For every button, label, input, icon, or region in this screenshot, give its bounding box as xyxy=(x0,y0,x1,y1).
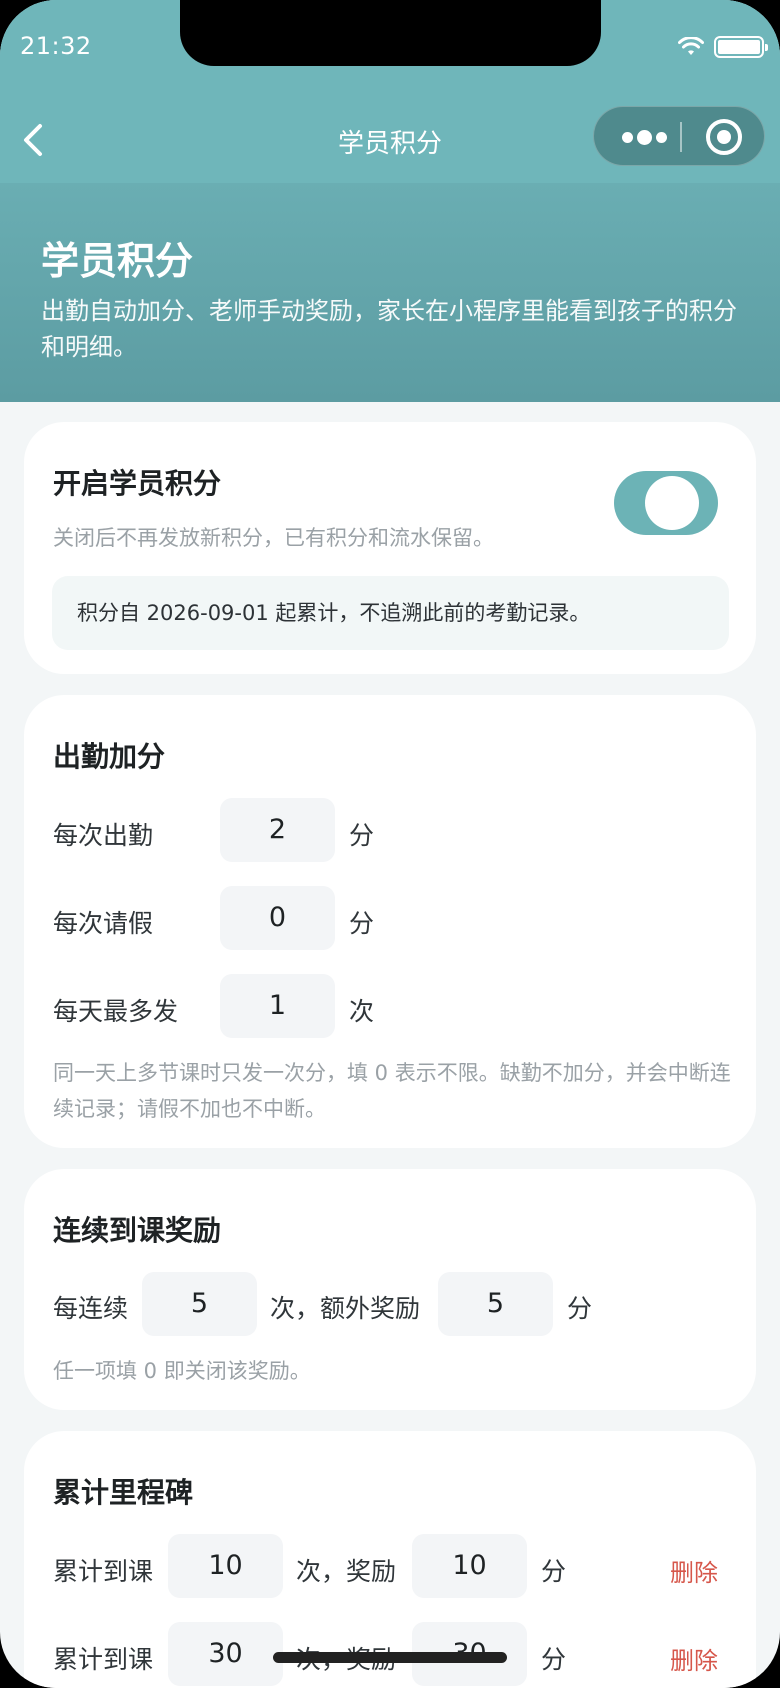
milestone-title: 累计里程碑 xyxy=(53,1476,194,1509)
streak-prefix-label: 每连续 xyxy=(53,1294,129,1323)
page-title: 学员积分 xyxy=(41,239,194,283)
mini-program-capsule xyxy=(593,106,765,166)
streak-reward-card: 连续到课奖励 每连续 5 次，额外奖励 5 分 任一项填 0 即关闭该奖励。 xyxy=(24,1169,756,1410)
per-leave-input[interactable]: 0 xyxy=(220,886,335,950)
milestone-middle-label: 次，奖励 xyxy=(296,1557,397,1586)
streak-points-unit: 分 xyxy=(567,1294,593,1323)
start-date-note: 积分自 2026-09-01 起累计，不追溯此前的考勤记录。 xyxy=(52,576,729,650)
per-attendance-input[interactable]: 2 xyxy=(220,798,335,862)
wifi-icon xyxy=(678,37,704,55)
streak-hint: 任一项填 0 即关闭该奖励。 xyxy=(53,1359,311,1383)
milestone-points-unit: 分 xyxy=(541,1557,567,1586)
daily-max-input[interactable]: 1 xyxy=(220,974,335,1038)
daily-max-label: 每天最多发 xyxy=(53,997,179,1026)
per-attendance-label: 每次出勤 xyxy=(53,821,154,850)
home-indicator xyxy=(273,1652,507,1663)
daily-max-unit: 次 xyxy=(349,997,375,1026)
milestone-card: 累计里程碑 累计到课 10 次，奖励 10 分 删除 累计到课 30 次，奖励 … xyxy=(24,1431,756,1688)
more-icon[interactable] xyxy=(614,107,674,167)
per-attendance-unit: 分 xyxy=(349,821,375,850)
per-leave-label: 每次请假 xyxy=(53,909,154,938)
enable-points-hint: 关闭后不再发放新积分，已有积分和流水保留。 xyxy=(53,526,494,550)
streak-middle-label: 次，额外奖励 xyxy=(270,1294,421,1323)
streak-points-input[interactable]: 5 xyxy=(438,1272,553,1336)
status-time: 21:32 xyxy=(20,32,92,60)
milestone-label: 累计到课 xyxy=(53,1645,154,1674)
enable-points-title: 开启学员积分 xyxy=(53,467,222,500)
attendance-points-title: 出勤加分 xyxy=(53,740,166,773)
attendance-points-card: 出勤加分 每次出勤 2 分 每次请假 0 分 每天最多发 1 次 同一天上多节课… xyxy=(24,695,756,1148)
streak-count-input[interactable]: 5 xyxy=(142,1272,257,1336)
milestone-delete-button[interactable]: 删除 xyxy=(670,1553,718,1588)
milestone-points-unit: 分 xyxy=(541,1645,567,1674)
device-notch xyxy=(180,0,601,66)
enable-points-card: 开启学员积分 关闭后不再发放新积分，已有积分和流水保留。 积分自 2026-09… xyxy=(24,422,756,674)
attendance-hint: 同一天上多节课时只发一次分，填 0 表示不限。缺勤不加分，并会中断连续记录；请假… xyxy=(53,1061,731,1121)
enable-points-toggle[interactable] xyxy=(614,471,718,535)
page-description: 出勤自动加分、老师手动奖励，家长在小程序里能看到孩子的积分和明细。 xyxy=(41,297,737,361)
milestone-points-input[interactable]: 10 xyxy=(412,1534,527,1598)
status-icons xyxy=(678,36,768,58)
battery-icon xyxy=(714,36,768,58)
capsule-divider xyxy=(680,122,682,152)
per-leave-unit: 分 xyxy=(349,909,375,938)
milestone-count-input[interactable]: 10 xyxy=(168,1534,283,1598)
toggle-knob xyxy=(645,476,699,530)
streak-reward-title: 连续到课奖励 xyxy=(53,1214,222,1247)
phone-screen: 21:32 学员积分 学员积分 出勤自动加分、老师手动奖励，家长在小程序里能看到… xyxy=(0,0,780,1688)
close-miniprogram-icon[interactable] xyxy=(706,119,742,155)
milestone-count-input[interactable]: 30 xyxy=(168,1622,283,1686)
milestone-label: 累计到课 xyxy=(53,1557,154,1586)
milestone-delete-button[interactable]: 删除 xyxy=(670,1641,718,1676)
